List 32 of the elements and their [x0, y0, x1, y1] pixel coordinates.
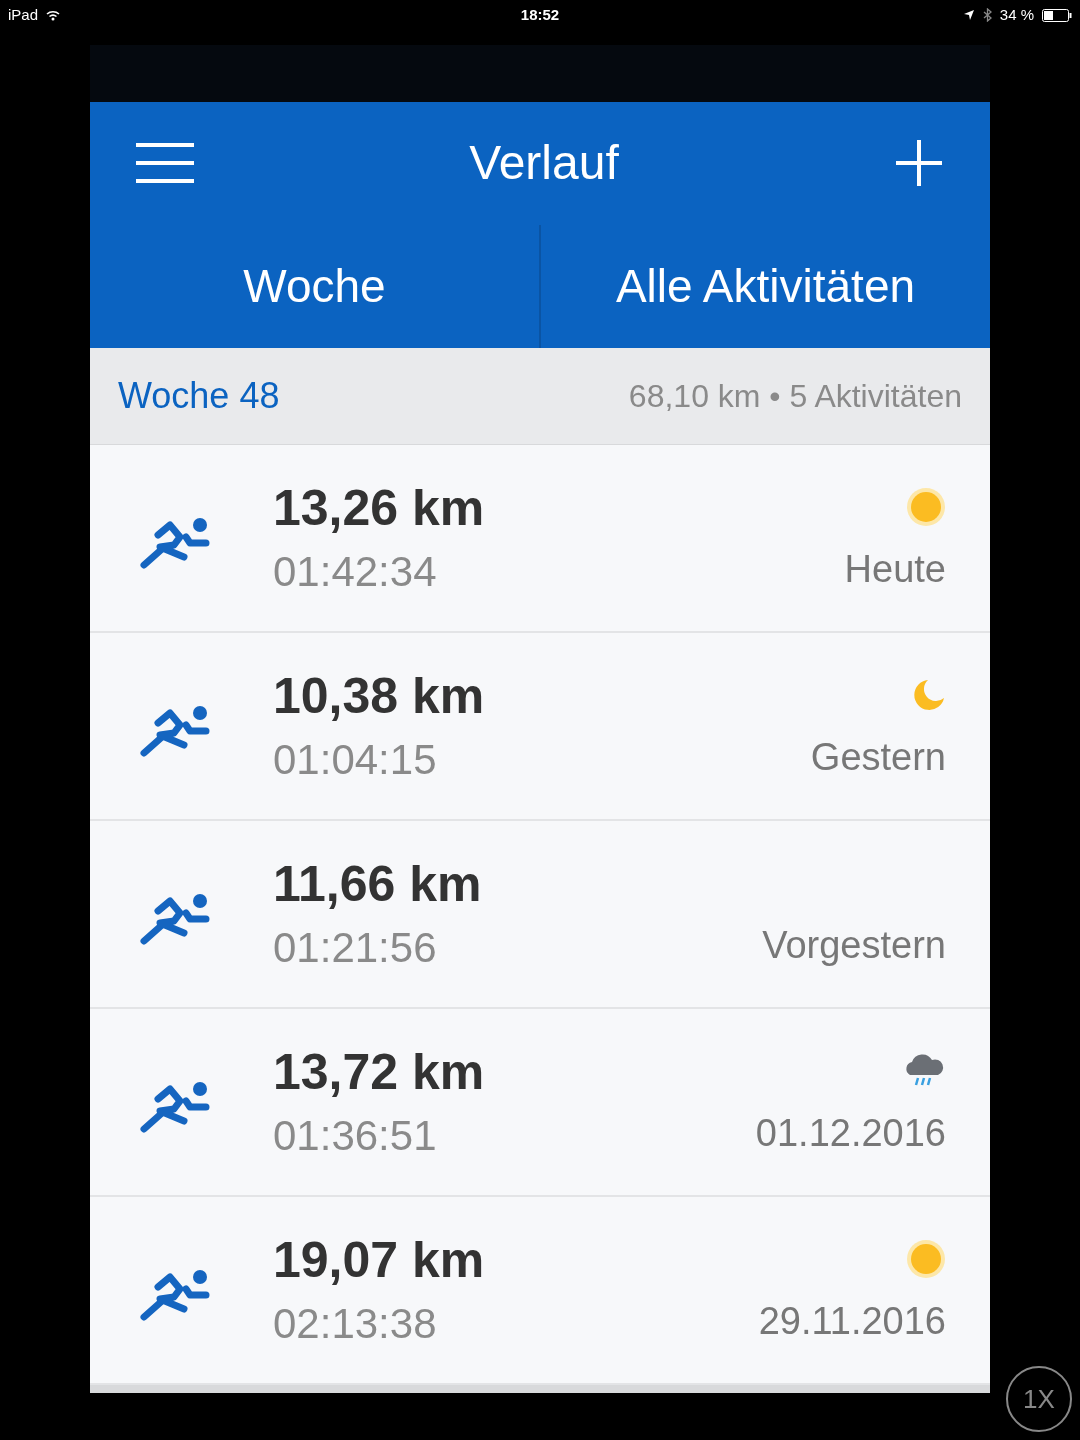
activity-date: Vorgestern [762, 923, 946, 969]
sun-icon [906, 1239, 946, 1280]
menu-icon[interactable] [136, 141, 194, 186]
week-label: Woche 48 [118, 373, 280, 418]
distance: 11,66 km [273, 856, 482, 913]
moon-icon [912, 678, 946, 713]
distance: 19,07 km [273, 1232, 485, 1289]
zoom-button[interactable]: 1X [1006, 1366, 1072, 1432]
sun-icon [906, 487, 946, 528]
battery-icon [1042, 8, 1072, 22]
distance: 13,26 km [273, 480, 485, 537]
activity-date: 29.11.2016 [758, 1299, 946, 1345]
activity-date: 01.12.2016 [755, 1111, 946, 1157]
bluetooth-icon [982, 8, 992, 22]
duration: 01:21:56 [273, 924, 438, 973]
duration: 01:04:15 [273, 736, 438, 785]
add-icon[interactable] [894, 138, 944, 189]
distance: 13,72 km [273, 1044, 485, 1101]
activity-date: Heute [844, 547, 946, 593]
activity-date: Gestern [810, 735, 946, 781]
week-summary: 68,10 km • 5 Aktivitäten [628, 376, 962, 416]
duration: 01:42:34 [273, 548, 438, 597]
distance: 10,38 km [273, 668, 485, 725]
duration: 01:36:51 [273, 1112, 438, 1161]
battery-percent: 34 % [999, 4, 1034, 25]
location-arrow-icon [962, 9, 975, 21]
tab[interactable]: Woche [90, 224, 539, 348]
status-time: 18:52 [520, 4, 560, 25]
screen-title: Verlauf [469, 135, 619, 192]
device-name: iPad [8, 4, 39, 25]
duration: 02:13:38 [273, 1300, 438, 1349]
wifi-icon [46, 9, 61, 21]
